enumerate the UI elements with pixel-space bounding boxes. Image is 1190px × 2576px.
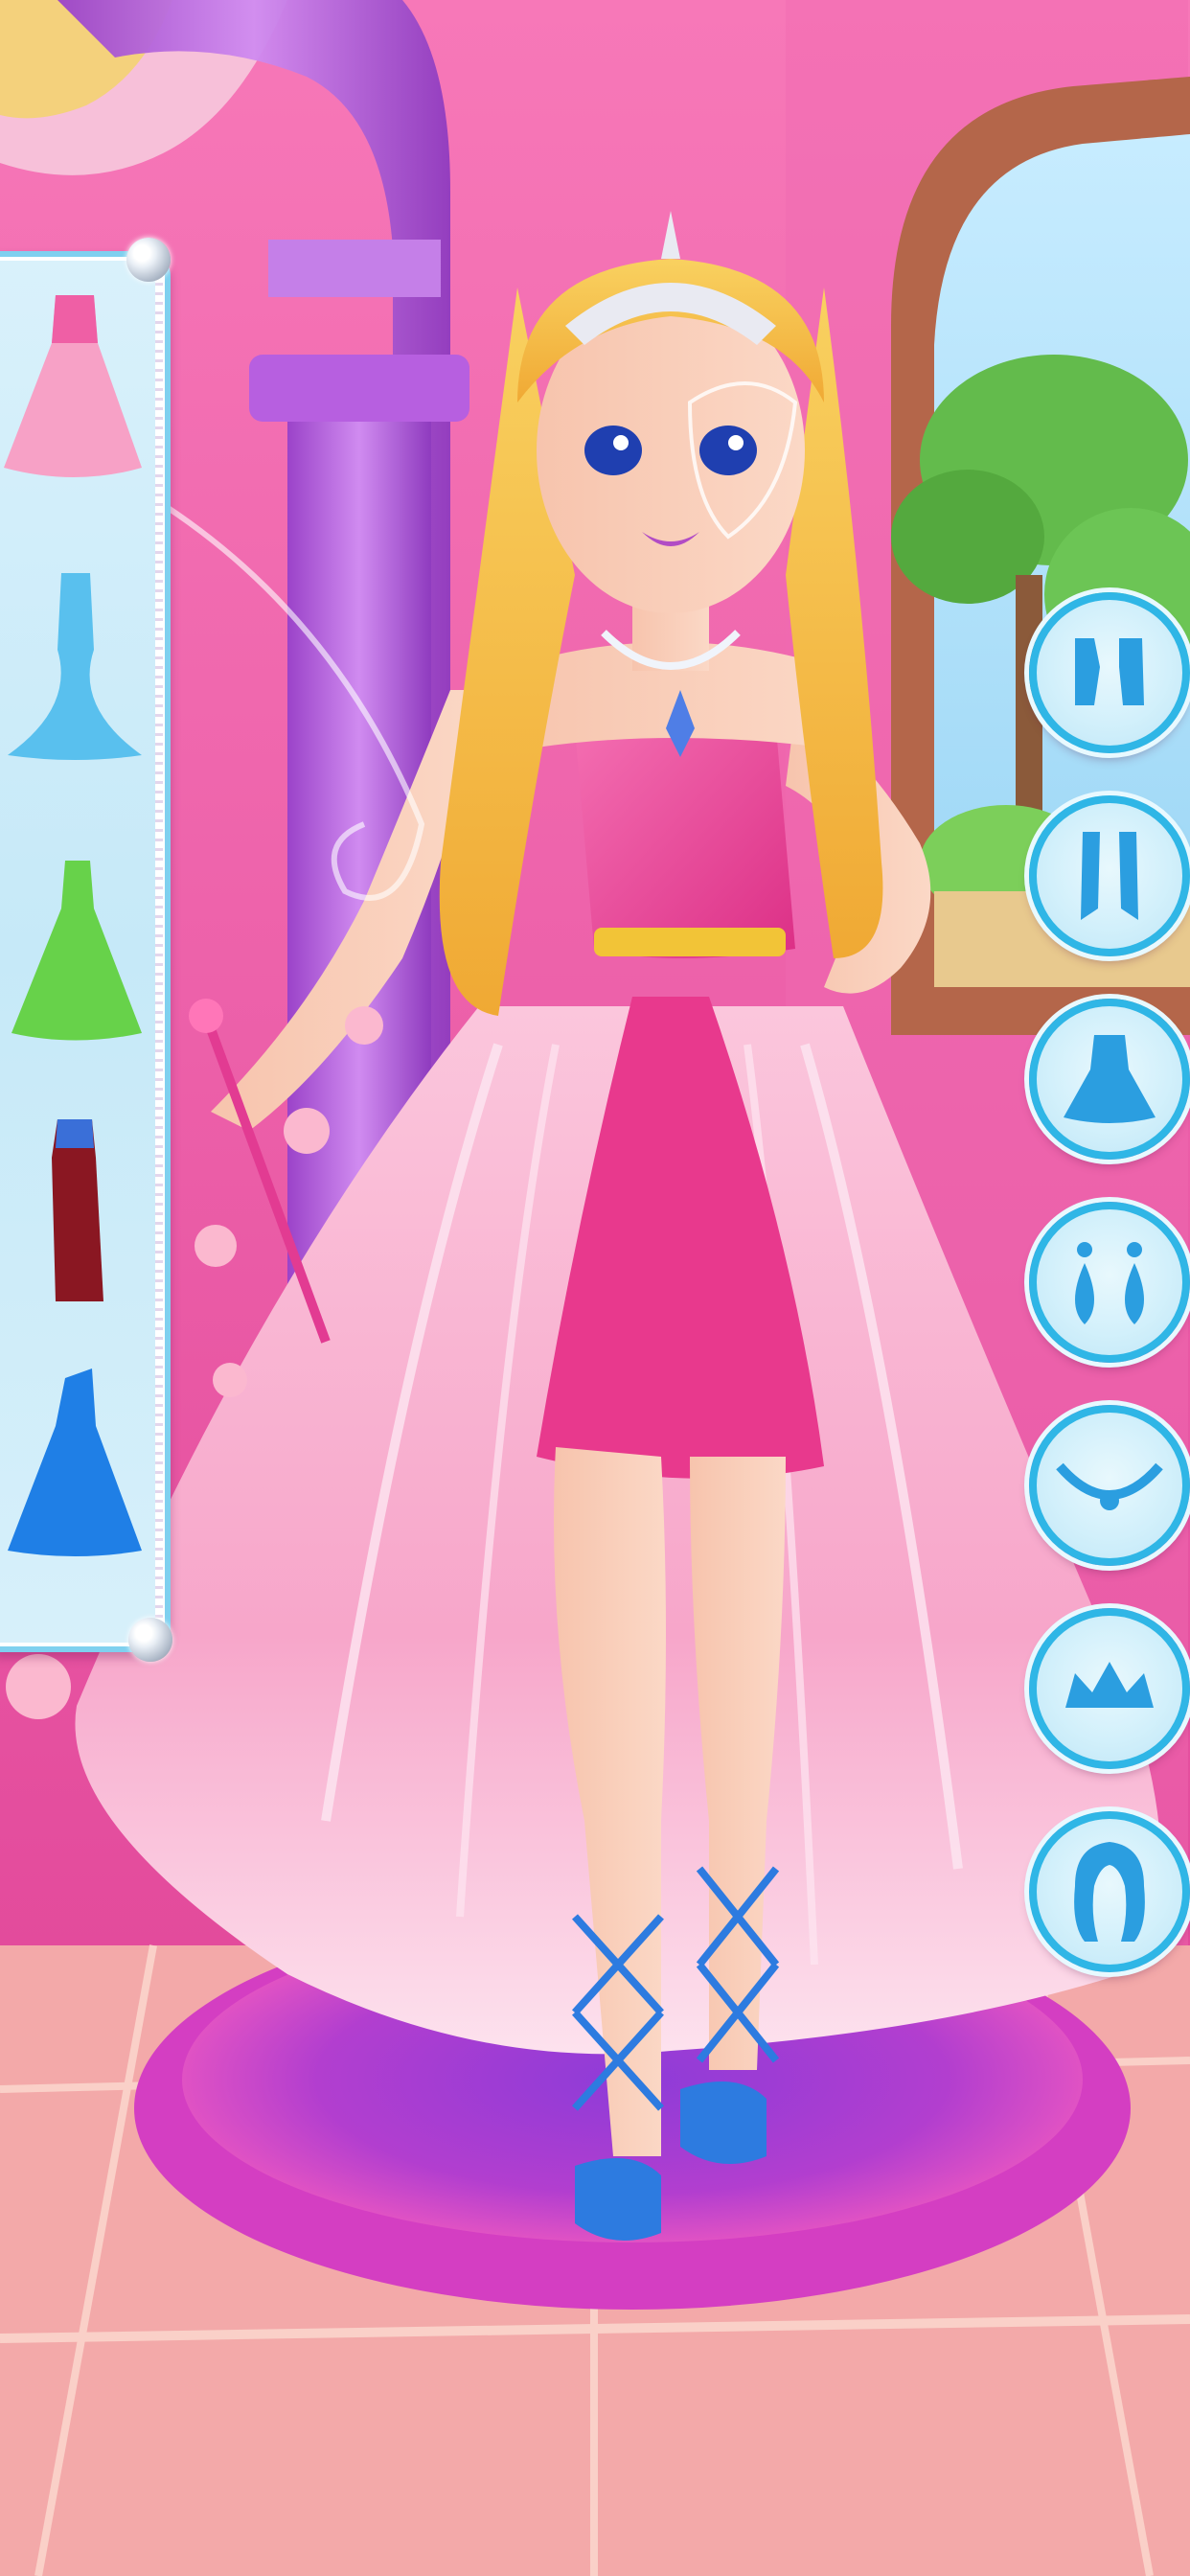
pearl-rail — [155, 266, 163, 1637]
red-gown-icon — [52, 1119, 103, 1301]
pink-gown-icon — [4, 295, 142, 477]
category-button-gloves[interactable] — [1029, 795, 1190, 956]
earrings-icon — [1075, 1242, 1144, 1324]
scene-background — [0, 0, 1190, 2576]
royal-blue-gown-icon — [8, 1368, 142, 1556]
panel-gem-bottom — [128, 1618, 172, 1662]
dress-item-green-gown[interactable] — [0, 851, 151, 1052]
category-button-earrings[interactable] — [1029, 1202, 1190, 1363]
dress-icon — [1064, 1035, 1156, 1123]
category-button-top[interactable] — [1029, 592, 1190, 753]
blue-gown-icon — [8, 573, 142, 760]
dress-panel — [0, 238, 172, 1662]
green-gown-icon — [11, 861, 142, 1041]
panel-gem-top — [126, 238, 171, 282]
category-button-crown[interactable] — [1029, 1608, 1190, 1769]
category-button-necklace[interactable] — [1029, 1405, 1190, 1566]
dress-item-dark-red-gown[interactable] — [0, 1110, 151, 1311]
necklace-icon — [1056, 1462, 1163, 1510]
category-button-hair[interactable] — [1029, 1811, 1190, 1972]
dress-item-royal-blue-gown[interactable] — [0, 1359, 151, 1560]
hair-icon — [1074, 1842, 1145, 1942]
shirt-icon — [1075, 638, 1144, 705]
dressup-scene — [0, 0, 1190, 2576]
crown-icon — [1065, 1662, 1154, 1708]
dress-item-pink-ball-gown[interactable] — [0, 286, 151, 487]
gloves-icon — [1081, 832, 1138, 920]
dress-item-blue-mermaid-gown[interactable] — [0, 564, 151, 765]
category-button-dress[interactable] — [1029, 999, 1190, 1160]
